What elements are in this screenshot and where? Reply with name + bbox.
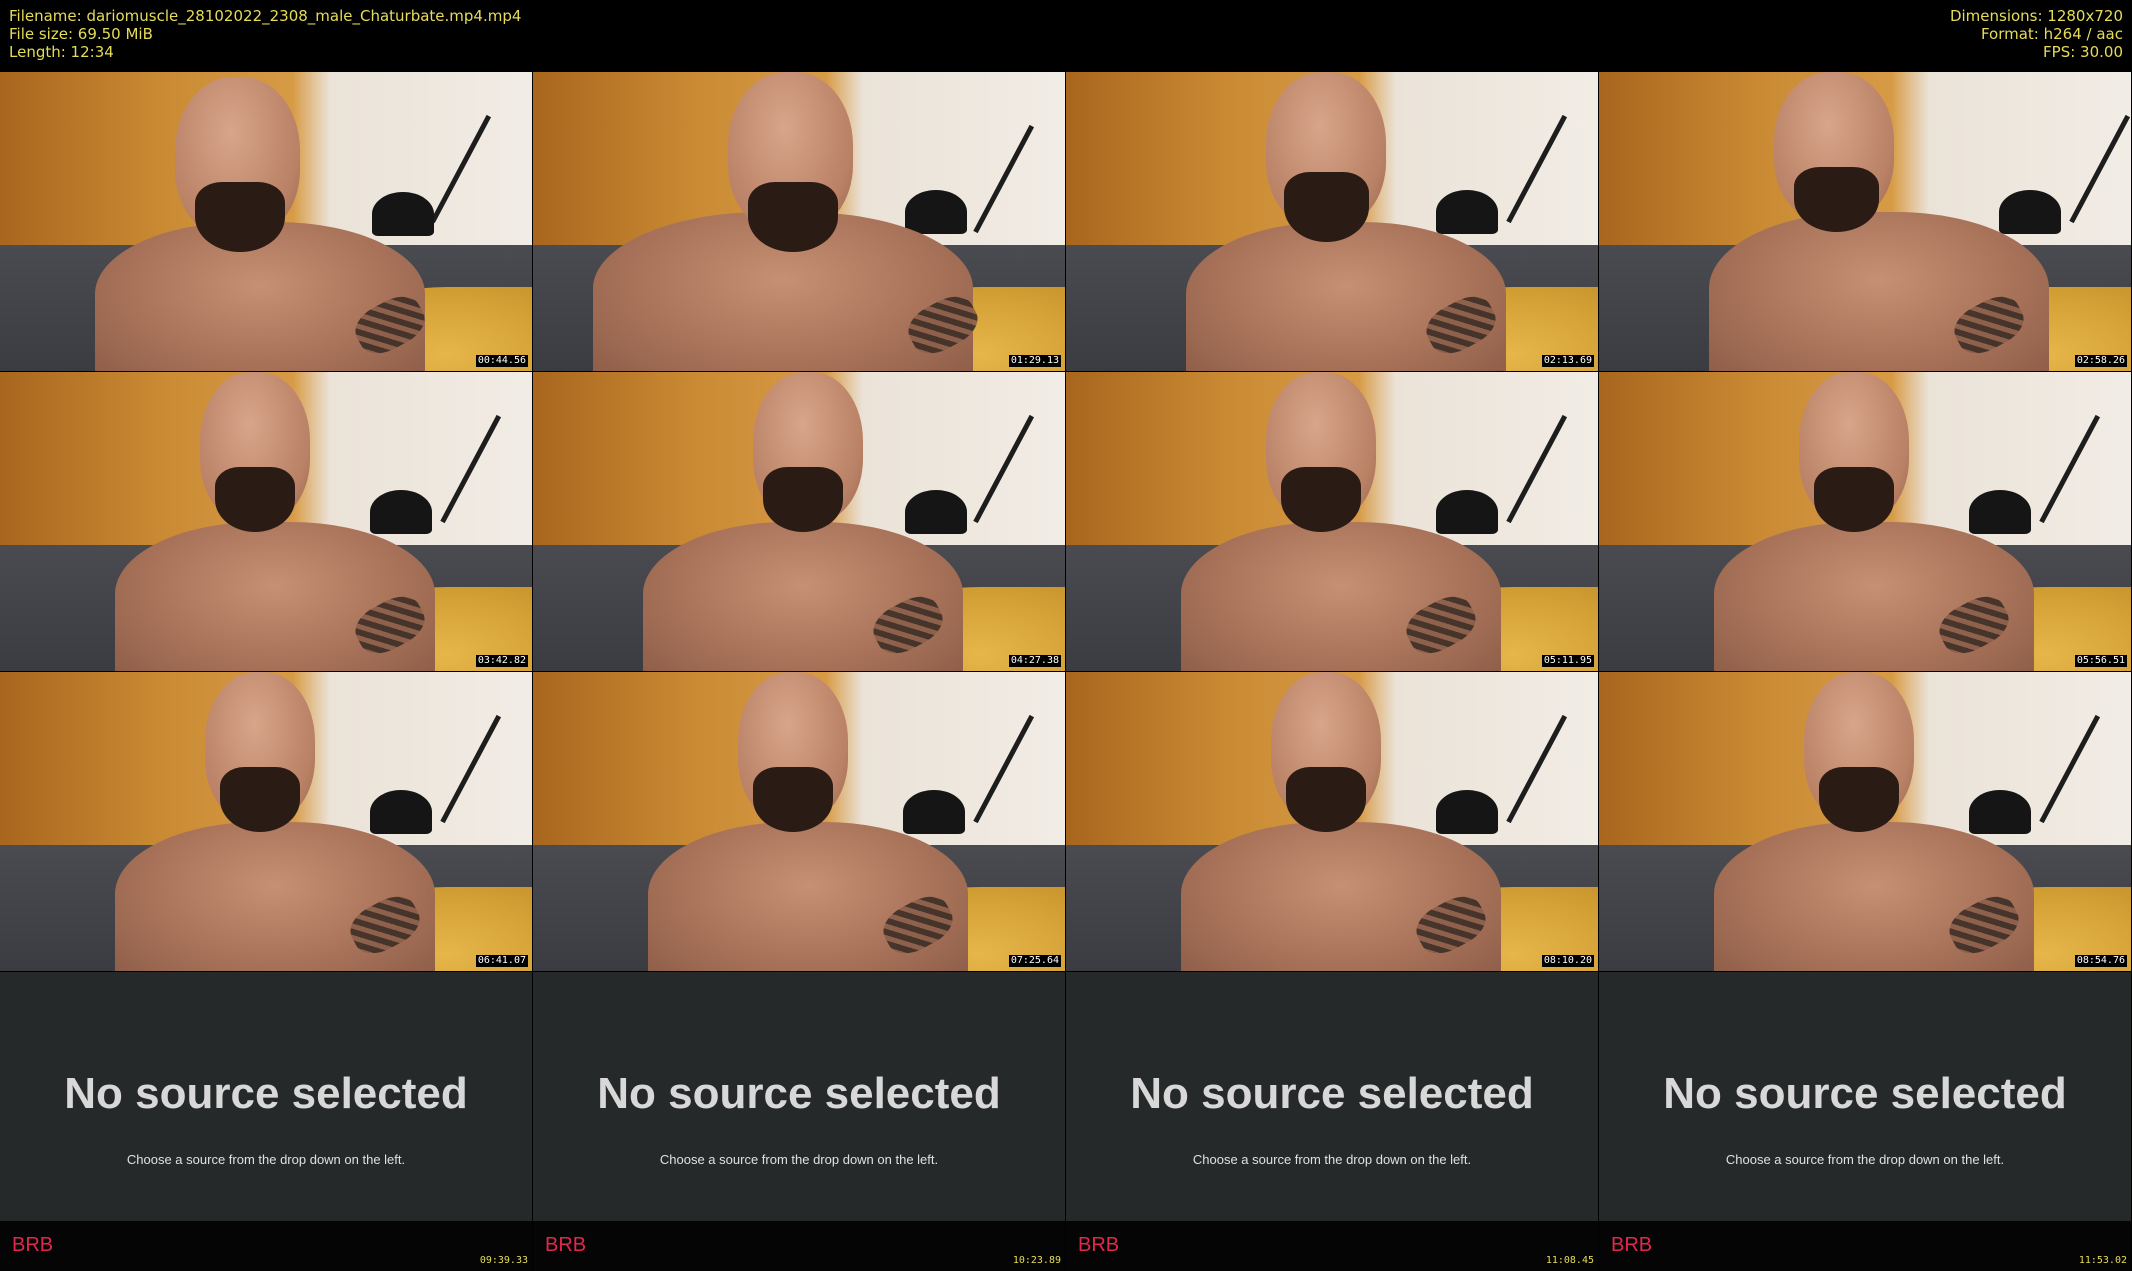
media-info: Dimensions: 1280x720 Format: h264 / aac … [1950, 7, 2123, 61]
no-source-title: No source selected [1663, 1069, 2067, 1118]
no-source-frame[interactable]: No source selected Choose a source from … [533, 972, 1065, 1271]
timestamp-label: 03:42.82 [475, 655, 528, 667]
timestamp-label: 05:56.51 [2074, 655, 2127, 667]
timestamp-label: 01:29.13 [1008, 355, 1061, 367]
timestamp-label: 10:23.89 [1012, 1255, 1061, 1266]
thumbnail-grid: 00:44.56 01:29.13 02:13.69 02:58.26 03:4… [0, 72, 2132, 1271]
info-header: Filename: dariomuscle_28102022_2308_male… [0, 0, 2132, 72]
video-thumbnail[interactable]: 05:56.51 [1599, 372, 2131, 671]
no-source-title: No source selected [64, 1069, 468, 1118]
video-thumbnail[interactable]: 00:44.56 [0, 72, 532, 371]
timestamp-label: 09:39.33 [479, 1255, 528, 1266]
no-source-title: No source selected [1130, 1069, 1534, 1118]
timestamp-label: 08:54.76 [2074, 955, 2127, 967]
no-source-subtitle: Choose a source from the drop down on th… [659, 1152, 939, 1167]
brb-bar: BRB 10:23.89 [533, 1221, 1065, 1271]
video-thumbnail[interactable]: 02:58.26 [1599, 72, 2131, 371]
dimensions-text: Dimensions: 1280x720 [1949, 7, 2123, 25]
format-text: Format: h264 / aac [1980, 25, 2123, 43]
fps-text: FPS: 30.00 [2043, 43, 2123, 61]
video-thumbnail[interactable]: 08:10.20 [1066, 672, 1598, 971]
brb-label: BRB [12, 1234, 54, 1256]
video-thumbnail[interactable]: 04:27.38 [533, 372, 1065, 671]
no-source-subtitle: Choose a source from the drop down on th… [126, 1152, 406, 1167]
filename-text: Filename: dariomuscle_28102022_2308_male… [9, 7, 522, 25]
length-text: Length: 12:34 [9, 43, 114, 61]
no-source-frame[interactable]: No source selected Choose a source from … [1066, 972, 1598, 1271]
no-source-frame[interactable]: No source selected Choose a source from … [0, 972, 532, 1271]
no-source-subtitle: Choose a source from the drop down on th… [1192, 1152, 1472, 1167]
timestamp-label: 11:53.02 [2078, 1255, 2127, 1266]
video-thumbnail[interactable]: 03:42.82 [0, 372, 532, 671]
brb-label: BRB [1611, 1234, 1653, 1256]
brb-bar: BRB 11:08.45 [1066, 1221, 1598, 1271]
brb-label: BRB [545, 1234, 587, 1256]
file-info: Filename: dariomuscle_28102022_2308_male… [9, 7, 521, 61]
timestamp-label: 02:58.26 [2074, 355, 2127, 367]
timestamp-label: 06:41.07 [475, 955, 528, 967]
timestamp-label: 05:11.95 [1541, 655, 1594, 667]
no-source-subtitle: Choose a source from the drop down on th… [1725, 1152, 2005, 1167]
brb-bar: BRB 09:39.33 [0, 1221, 532, 1271]
video-thumbnail[interactable]: 06:41.07 [0, 672, 532, 971]
video-thumbnail[interactable]: 01:29.13 [533, 72, 1065, 371]
filesize-text: File size: 69.50 MiB [9, 25, 153, 43]
timestamp-label: 04:27.38 [1008, 655, 1061, 667]
video-thumbnail[interactable]: 02:13.69 [1066, 72, 1598, 371]
video-thumbnail[interactable]: 05:11.95 [1066, 372, 1598, 671]
no-source-title: No source selected [597, 1069, 1001, 1118]
timestamp-label: 11:08.45 [1545, 1255, 1594, 1266]
video-thumbnail[interactable]: 07:25.64 [533, 672, 1065, 971]
timestamp-label: 07:25.64 [1008, 955, 1061, 967]
timestamp-label: 08:10.20 [1541, 955, 1594, 967]
video-thumbnail[interactable]: 08:54.76 [1599, 672, 2131, 971]
timestamp-label: 00:44.56 [475, 355, 528, 367]
timestamp-label: 02:13.69 [1541, 355, 1594, 367]
no-source-frame[interactable]: No source selected Choose a source from … [1599, 972, 2131, 1271]
brb-bar: BRB 11:53.02 [1599, 1221, 2131, 1271]
brb-label: BRB [1078, 1234, 1120, 1256]
